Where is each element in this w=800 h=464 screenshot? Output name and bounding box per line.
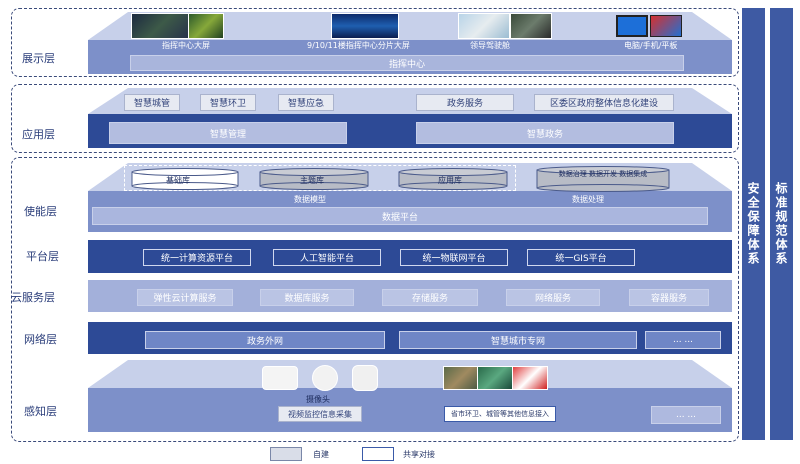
- command-center-screen-thumb: [131, 13, 189, 39]
- perception-layer-panel: [88, 360, 732, 432]
- ptz-camera-icon: [352, 365, 378, 391]
- ai-platform: 人工智能平台: [273, 249, 381, 266]
- government-service-item: 政务服务: [416, 94, 514, 111]
- enablement-layer-label: 使能层: [24, 205, 57, 218]
- legend-self-built-swatch: [270, 447, 302, 461]
- computer-monitor-icon: [616, 15, 648, 37]
- command-center-bar: 指挥中心: [130, 55, 684, 71]
- platform-layer-label: 平台层: [26, 250, 59, 263]
- district-it-construction-item: 区委区政府整体信息化建设: [534, 94, 674, 111]
- theme-library-label: 主题库: [300, 176, 324, 185]
- network-layer-label: 网络层: [24, 333, 57, 346]
- smart-city-private-network-bar: 智慧城市专网: [399, 331, 637, 349]
- bullet-camera-icon: [262, 366, 298, 390]
- perception-more: ... ...: [651, 406, 721, 424]
- cockpit-map-thumb: [458, 13, 510, 39]
- display-caption-1: 指挥中心大屏: [162, 41, 210, 50]
- security-system-bar: 安全保障体系: [742, 8, 765, 440]
- unified-compute-platform: 统一计算资源平台: [143, 249, 251, 266]
- base-library-label: 基础库: [166, 176, 190, 185]
- perception-layer-label: 感知层: [24, 405, 57, 418]
- phone-tablet-icon: [650, 15, 682, 37]
- data-model-label: 数据模型: [294, 195, 326, 204]
- sensor-map-thumb: [477, 366, 513, 390]
- command-center-map-thumb: [188, 13, 224, 39]
- cockpit-dashboard-thumb: [510, 13, 552, 39]
- network-service: 网络服务: [506, 289, 600, 306]
- standards-system-bar: 标准规范体系: [770, 8, 793, 440]
- display-caption-3: 领导驾驶舱: [470, 41, 510, 50]
- database-service: 数据库服务: [260, 289, 354, 306]
- city-map-thumb: [443, 366, 479, 390]
- smart-government-bar: 智慧政务: [416, 122, 674, 144]
- camera-label: 摄像头: [306, 395, 330, 404]
- emergency-icon: [512, 366, 548, 390]
- gis-platform: 统一GIS平台: [527, 249, 635, 266]
- data-processing-label: 数据处理: [572, 195, 604, 204]
- legend-shared-swatch: [362, 447, 394, 461]
- smart-city-management-item: 智慧城管: [124, 94, 180, 111]
- video-surveillance-access: 视频监控信息采集: [278, 406, 362, 422]
- container-service: 容器服务: [629, 289, 709, 306]
- external-info-integration: 省市环卫、城管等其他信息接入: [444, 406, 556, 422]
- app-library-label: 应用库: [438, 176, 462, 185]
- floor-screens-thumb: [331, 13, 399, 39]
- government-extranet-bar: 政务外网: [145, 331, 385, 349]
- legend-shared-label: 共享对接: [403, 450, 435, 459]
- display-caption-2: 9/10/11楼指挥中心分片大屏: [307, 41, 410, 50]
- elastic-compute-service: 弹性云计算服务: [137, 289, 233, 306]
- data-governance-label: 数据治理 数据开发 数据集成: [558, 170, 648, 178]
- dome-camera-icon: [312, 365, 338, 391]
- display-caption-4: 电脑/手机/平板: [624, 41, 678, 50]
- iot-platform: 统一物联网平台: [400, 249, 508, 266]
- smart-emergency-item: 智慧应急: [278, 94, 334, 111]
- cloud-layer-label: 云服务层: [11, 291, 55, 304]
- smart-sanitation-item: 智慧环卫: [200, 94, 256, 111]
- display-layer-label: 展示层: [22, 52, 55, 65]
- network-more-bar: ... ...: [645, 331, 721, 349]
- application-layer-label: 应用层: [22, 128, 55, 141]
- legend-self-built-label: 自建: [313, 450, 329, 459]
- smart-management-bar: 智慧管理: [109, 122, 347, 144]
- storage-service: 存储服务: [382, 289, 478, 306]
- data-platform-bar: 数据平台: [92, 207, 708, 225]
